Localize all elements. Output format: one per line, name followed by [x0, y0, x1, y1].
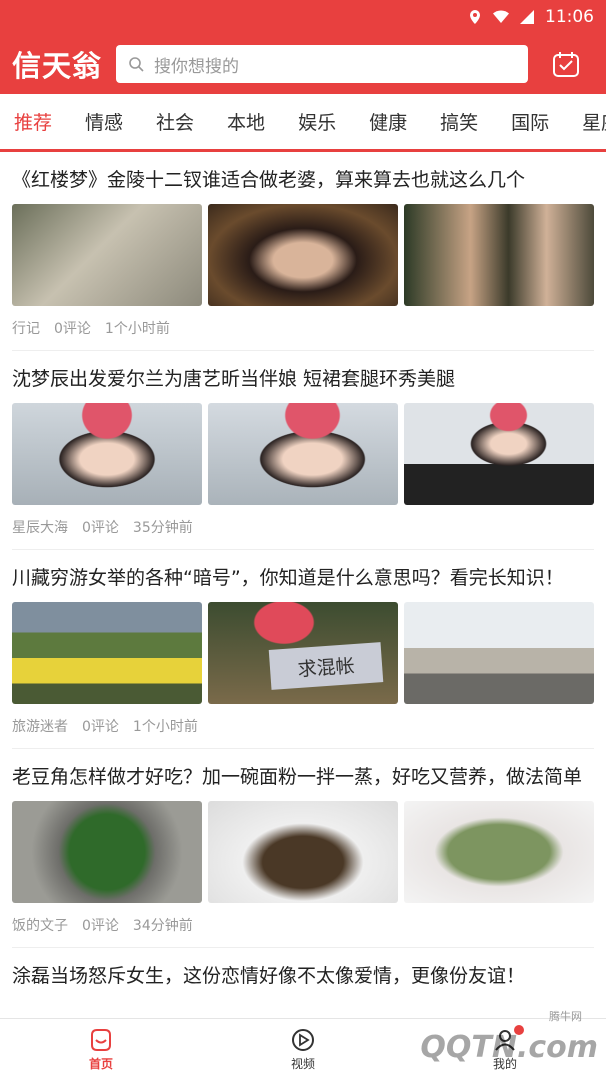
video-icon: [292, 1029, 314, 1051]
article-image[interactable]: [12, 403, 202, 505]
battery-icon: [520, 10, 534, 24]
article-image[interactable]: [404, 403, 594, 505]
article-item[interactable]: 沈梦辰出发爱尔兰为唐艺昕当伴娘 短裙套腿环秀美腿 星辰大海 0评论 35分钟前: [12, 351, 594, 550]
tab-recommend[interactable]: 推荐: [14, 108, 52, 135]
calendar-check-icon[interactable]: [552, 50, 580, 78]
article-images: [12, 801, 594, 903]
nav-video[interactable]: 视频: [202, 1019, 404, 1080]
article-source: 行记: [12, 321, 40, 337]
article-source: 饭的文子: [12, 918, 68, 934]
news-feed: 《红楼梦》金陵十二钗谁适合做老婆，算来算去也就这么几个 行记 0评论 1个小时前…: [0, 152, 606, 990]
article-title[interactable]: 川藏穷游女举的各种“暗号”，你知道是什么意思吗？看完长知识！: [12, 564, 594, 592]
article-image[interactable]: [12, 801, 202, 903]
article-comments: 0评论: [82, 520, 119, 536]
article-title[interactable]: 沈梦辰出发爱尔兰为唐艺昕当伴娘 短裙套腿环秀美腿: [12, 365, 594, 393]
article-image[interactable]: [404, 602, 594, 704]
home-icon: [91, 1029, 111, 1051]
tab-emotion[interactable]: 情感: [85, 108, 123, 135]
article-image[interactable]: [12, 602, 202, 704]
article-comments: 0评论: [82, 719, 119, 735]
article-image[interactable]: [12, 204, 202, 306]
watermark-sub: 腾牛网: [549, 1010, 582, 1023]
nav-home[interactable]: 首页: [0, 1019, 202, 1080]
sign-text: 求混帐: [268, 642, 384, 690]
app-logo: 信天翁: [12, 49, 103, 83]
article-image[interactable]: [404, 801, 594, 903]
article-image[interactable]: 求混帐: [208, 602, 398, 704]
tab-local[interactable]: 本地: [227, 108, 265, 135]
nav-home-label: 首页: [88, 1057, 113, 1071]
tab-international[interactable]: 国际: [511, 108, 549, 135]
wifi-icon: [493, 10, 509, 23]
article-source: 星辰大海: [12, 520, 68, 536]
tab-entertainment[interactable]: 娱乐: [298, 108, 336, 135]
status-time: 11:06: [545, 7, 594, 27]
article-time: 1个小时前: [104, 321, 170, 337]
status-bar: 11:06: [0, 0, 606, 34]
article-comments: 0评论: [82, 918, 119, 934]
article-image[interactable]: [208, 801, 398, 903]
article-item[interactable]: 川藏穷游女举的各种“暗号”，你知道是什么意思吗？看完长知识！ 求混帐 旅游迷者 …: [12, 550, 594, 749]
article-image[interactable]: [208, 204, 398, 306]
category-tabs: 推荐 情感 社会 本地 娱乐 健康 搞笑 国际 星座: [0, 94, 606, 152]
article-title[interactable]: 老豆角怎样做才好吃？加一碗面粉一拌一蒸，好吃又营养，做法简单: [12, 763, 594, 791]
article-time: 1个小时前: [132, 719, 198, 735]
nav-video-label: 视频: [290, 1057, 315, 1071]
search-icon: [129, 57, 144, 72]
article-image[interactable]: [208, 403, 398, 505]
article-title[interactable]: 涂磊当场怒斥女生，这份恋情好像不太像爱情，更像份友谊！: [12, 962, 594, 990]
article-source: 旅游迷者: [12, 719, 68, 735]
tab-funny[interactable]: 搞笑: [440, 108, 478, 135]
tab-health[interactable]: 健康: [369, 108, 407, 135]
article-meta: 星辰大海 0评论 35分钟前: [12, 505, 594, 549]
article-meta: 饭的文子 0评论 34分钟前: [12, 903, 594, 947]
article-images: 求混帐: [12, 602, 594, 704]
article-meta: 旅游迷者 0评论 1个小时前: [12, 704, 594, 748]
article-item[interactable]: 老豆角怎样做才好吃？加一碗面粉一拌一蒸，好吃又营养，做法简单 饭的文子 0评论 …: [12, 749, 594, 948]
article-images: [12, 204, 594, 306]
tab-society[interactable]: 社会: [156, 108, 194, 135]
article-item[interactable]: 涂磊当场怒斥女生，这份恋情好像不太像爱情，更像份友谊！: [12, 948, 594, 990]
header: 信天翁 搜你想搜的: [0, 34, 606, 94]
article-time: 35分钟前: [132, 520, 193, 536]
article-meta: 行记 0评论 1个小时前: [12, 306, 594, 350]
article-item[interactable]: 《红楼梦》金陵十二钗谁适合做老婆，算来算去也就这么几个 行记 0评论 1个小时前: [12, 152, 594, 351]
watermark: QQTN.com: [420, 1030, 598, 1065]
search-input[interactable]: 搜你想搜的: [116, 45, 528, 83]
article-images: [12, 403, 594, 505]
location-icon: [470, 10, 480, 24]
tab-horoscope[interactable]: 星座: [582, 108, 606, 135]
article-time: 34分钟前: [132, 918, 193, 934]
search-placeholder: 搜你想搜的: [154, 56, 239, 77]
article-image[interactable]: [404, 204, 594, 306]
article-title[interactable]: 《红楼梦》金陵十二钗谁适合做老婆，算来算去也就这么几个: [12, 166, 594, 194]
top-bar: 11:06 信天翁 搜你想搜的: [0, 0, 606, 94]
article-comments: 0评论: [54, 321, 91, 337]
